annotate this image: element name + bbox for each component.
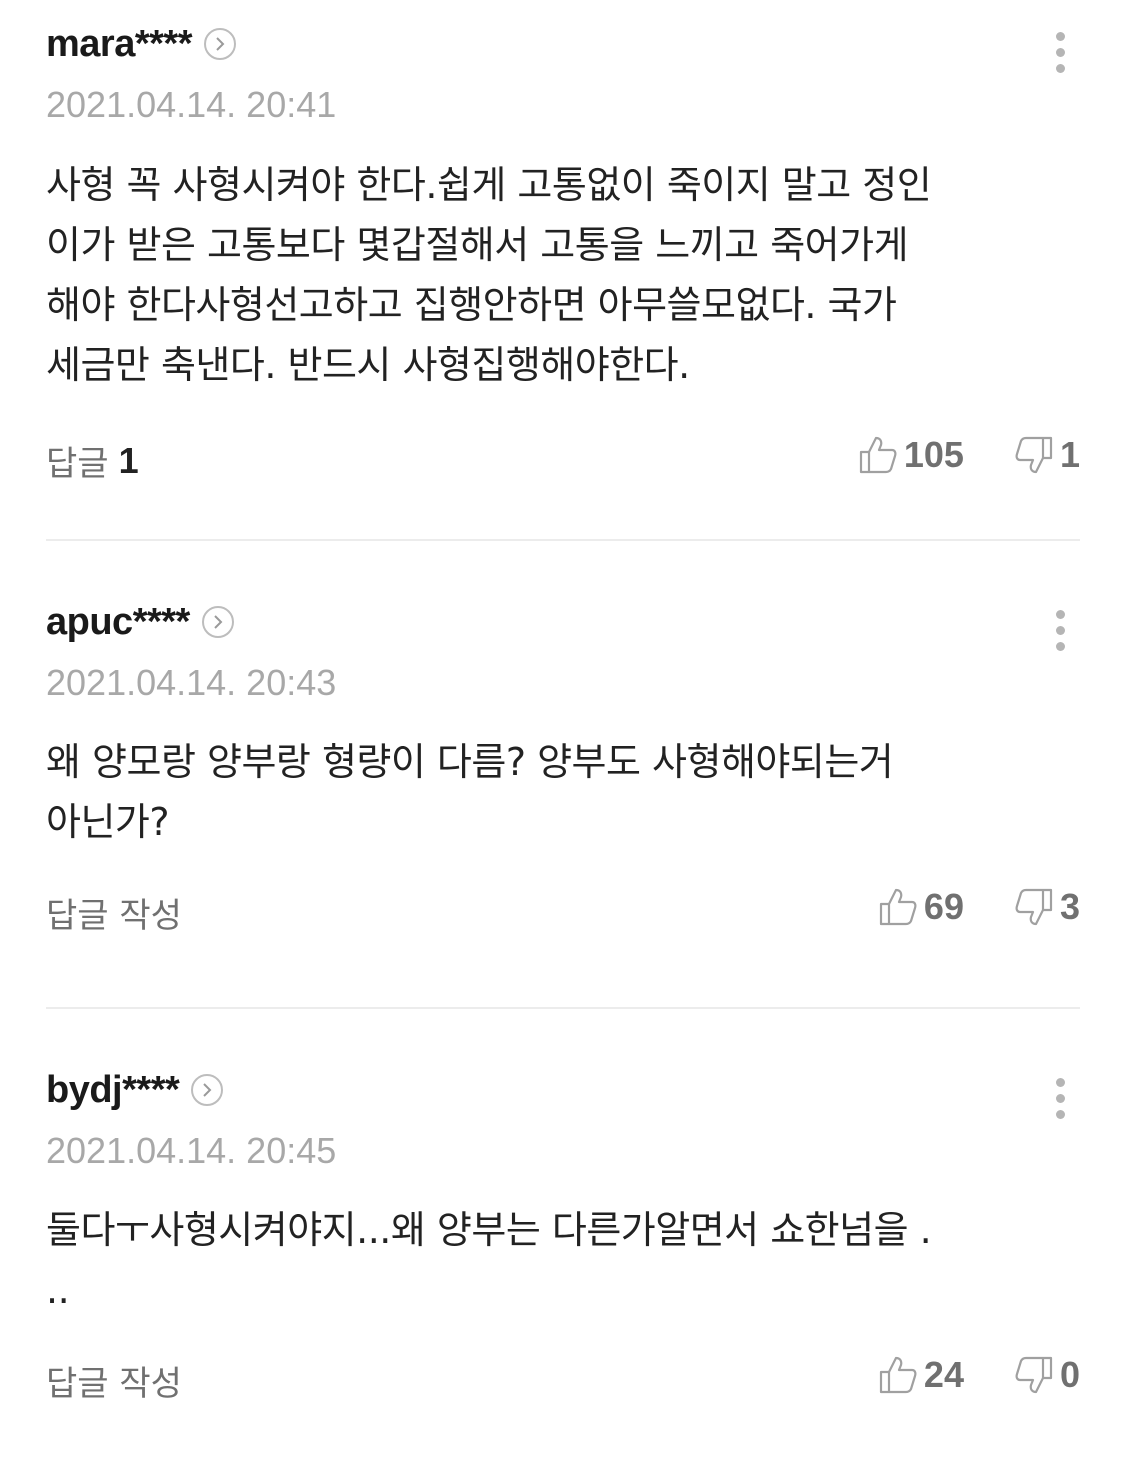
comment-item: bydj**** 2021.04.14. 20:45 둘다ㅜ사형시켜야지...왜… [46,1010,1080,1460]
dislike-count: 0 [1059,1354,1080,1395]
vote-bar: 105 1 [858,434,1080,476]
thumbs-down-icon [1015,436,1053,474]
comment-username[interactable]: bydj**** [46,1069,180,1112]
dislike-button[interactable]: 1 [1014,434,1080,476]
thumbs-up-icon [879,1356,917,1394]
reply-label: 답글 작성 [46,896,182,936]
comment-header: mara**** [46,16,236,72]
comment-header: bydj**** [46,1062,224,1118]
reply-button[interactable]: 답글 1 [46,436,139,485]
comment-timestamp: 2021.04.14. 20:45 [46,1130,337,1171]
more-vertical-icon[interactable] [1040,22,1080,82]
thumbs-down-icon [1015,888,1053,926]
comment-item: mara**** 2021.04.14. 20:41 사형 꼭 사형시켜야 한다… [46,0,1080,540]
vote-bar: 69 3 [878,886,1080,928]
more-vertical-icon[interactable] [1040,600,1080,660]
dislike-button[interactable]: 0 [1014,1354,1080,1396]
comment-header: apuc**** [46,594,234,650]
thumbs-up-icon [859,436,897,474]
comment-content: 둘다ㅜ사형시켜야지...왜 양부는 다른가알면서 쇼한넘을 . .. [46,1208,932,1312]
dislike-count: 1 [1059,434,1080,475]
reply-count: 1 [118,439,139,481]
chevron-right-circle-icon[interactable] [191,1074,224,1106]
more-vertical-icon[interactable] [1040,1068,1080,1128]
comment-divider [46,539,1080,541]
comment-username[interactable]: apuc**** [46,601,190,644]
comment-item: apuc**** 2021.04.14. 20:43 왜 양모랑 양부랑 형량이… [46,542,1080,1008]
dislike-count: 3 [1059,886,1080,927]
like-count: 69 [923,886,964,927]
chevron-right-circle-icon[interactable] [201,606,234,638]
thumbs-up-icon [879,888,917,926]
vote-bar: 24 0 [878,1354,1080,1396]
comment-divider [46,1007,1080,1009]
comment-username[interactable]: mara**** [46,23,193,66]
reply-button[interactable]: 답글 작성 [46,888,182,937]
comment-content: 사형 꼭 사형시켜야 한다.쉽게 고통없이 죽이지 말고 정인 이가 받은 고통… [46,163,932,387]
like-button[interactable]: 105 [858,434,964,476]
reply-button[interactable]: 답글 작성 [46,1356,182,1405]
like-count: 105 [903,434,964,475]
reply-label: 답글 [46,444,109,484]
like-button[interactable]: 24 [878,1354,964,1396]
comment-timestamp: 2021.04.14. 20:41 [46,84,337,125]
reply-label: 답글 작성 [46,1364,182,1404]
like-count: 24 [923,1354,964,1395]
dislike-button[interactable]: 3 [1014,886,1080,928]
like-button[interactable]: 69 [878,886,964,928]
comment-content: 왜 양모랑 양부랑 형량이 다름? 양부도 사형해야되는거 아닌가? [46,740,894,844]
thumbs-down-icon [1015,1356,1053,1394]
comment-timestamp: 2021.04.14. 20:43 [46,662,337,703]
chevron-right-circle-icon[interactable] [204,28,236,60]
